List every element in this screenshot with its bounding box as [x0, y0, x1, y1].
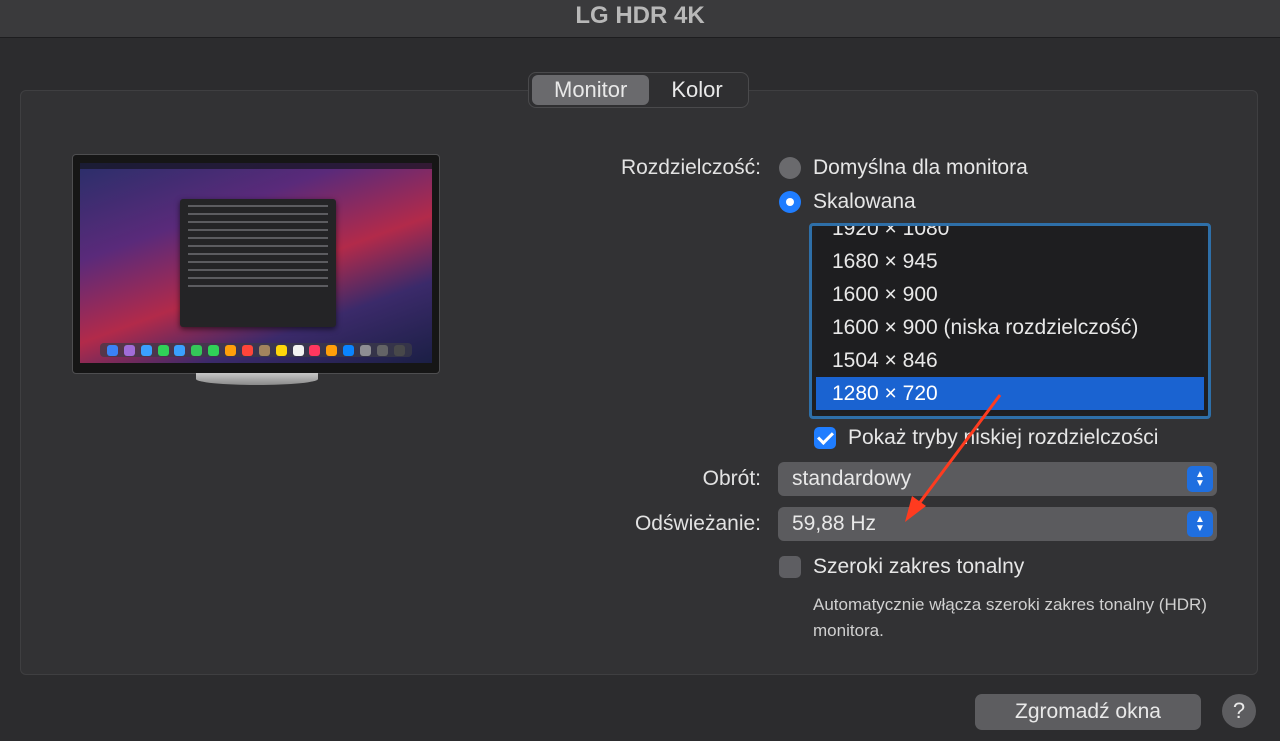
resolution-item-selected[interactable]: 1280 × 720: [816, 377, 1204, 410]
refresh-value: 59,88 Hz: [792, 512, 877, 535]
refresh-label: Odświeżanie:: [634, 512, 761, 535]
hdr-description: Automatycznie włącza szeroki zakres tona…: [813, 595, 1207, 640]
resolution-item[interactable]: 1504 × 846: [816, 344, 1204, 377]
resolution-item[interactable]: 1600 × 900 (niska rozdzielczość): [816, 311, 1204, 344]
radio-default-label: Domyślna dla monitora: [813, 156, 1028, 179]
chevron-up-down-icon: ▲ ▼: [1187, 466, 1213, 492]
tab-bar: Monitor Kolor: [528, 72, 749, 108]
rotation-label: Obrót:: [702, 467, 761, 490]
help-button[interactable]: ?: [1222, 694, 1256, 728]
window-title: LG HDR 4K: [575, 1, 705, 29]
desktop-wallpaper: [80, 163, 432, 363]
rotation-value: standardowy: [792, 467, 912, 490]
rotation-select[interactable]: standardowy ▲ ▼: [778, 462, 1217, 496]
tab-kolor[interactable]: Kolor: [649, 75, 744, 105]
tab-monitor[interactable]: Monitor: [532, 75, 650, 105]
preview-window: [180, 199, 336, 327]
hdr-checkbox[interactable]: [779, 556, 801, 578]
low-resolution-checkbox[interactable]: [814, 427, 836, 449]
monitor-preview-image: [72, 154, 440, 374]
hdr-label: Szeroki zakres tonalny: [813, 555, 1025, 578]
radio-scaled-resolution[interactable]: [779, 191, 801, 213]
radio-default-resolution[interactable]: [779, 157, 801, 179]
resolution-item[interactable]: 1600 × 900: [816, 278, 1204, 311]
resolution-list[interactable]: 1920 × 1080 1680 × 945 1600 × 900 1600 ×…: [809, 223, 1211, 419]
resolution-item[interactable]: 1920 × 1080: [816, 226, 1204, 245]
low-resolution-label: Pokaż tryby niskiej rozdzielczości: [848, 426, 1159, 449]
preview-menubar: [80, 163, 432, 169]
chevron-up-down-icon: ▲ ▼: [1187, 511, 1213, 537]
refresh-rate-select[interactable]: 59,88 Hz ▲ ▼: [778, 507, 1217, 541]
title-bar: LG HDR 4K: [0, 0, 1280, 38]
radio-scaled-label: Skalowana: [813, 190, 916, 213]
monitor-stand: [196, 373, 318, 385]
resolution-label: Rozdzielczość:: [620, 156, 761, 179]
gather-windows-button[interactable]: Zgromadź okna: [975, 694, 1201, 730]
resolution-item[interactable]: 1680 × 945: [816, 245, 1204, 278]
preview-dock: [100, 343, 412, 357]
